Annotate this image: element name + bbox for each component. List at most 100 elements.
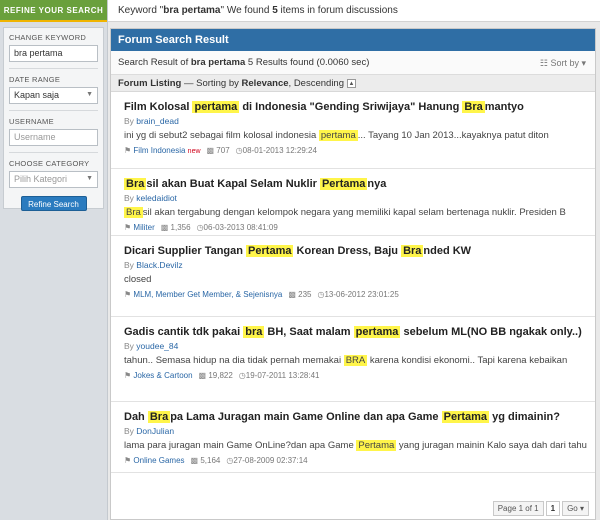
summary-keyword: bra pertama bbox=[190, 57, 246, 68]
view-count: 1,356 bbox=[170, 223, 191, 232]
forum-link[interactable]: Militer bbox=[133, 223, 154, 232]
title-text: Korean Dress, Baju bbox=[293, 245, 402, 257]
page-label: Page 1 of 1 bbox=[492, 501, 544, 516]
result-title-link[interactable]: Bra sil akan Buat Kapal Selam Nuklir Pert… bbox=[124, 169, 589, 191]
result-snippet: tahun.. Semasa hidup na dia tidak pernah… bbox=[124, 354, 589, 367]
listing-sort-prefix: — Sorting by bbox=[181, 78, 242, 89]
sidebar: REFINE YOUR SEARCH CHANGE KEYWORD bra pe… bbox=[0, 0, 108, 520]
forum-link[interactable]: Online Games bbox=[133, 456, 184, 465]
goto-label: Go bbox=[567, 504, 578, 513]
keyword-highlight: Pertama bbox=[246, 245, 294, 257]
snippet-text: ... Tayang 10 Jan 2013...kayaknya patut … bbox=[357, 130, 549, 141]
result-item: Dicari Supplier Tangan Pertama Korean Dr… bbox=[111, 236, 595, 317]
date-range-select[interactable]: Kapan saja ▼ bbox=[9, 87, 98, 104]
view-count: 5,164 bbox=[200, 456, 221, 465]
chevron-down-icon: ▼ bbox=[86, 91, 93, 98]
new-badge: new bbox=[187, 148, 201, 155]
result-snippet: lama para juragan main Game OnLine?dan a… bbox=[124, 439, 589, 452]
result-meta: ⚑ Film Indonesia new ▩ 707 ◷08-01-2013 12:… bbox=[124, 146, 589, 155]
search-info-bar: Keyword "bra pertama" We found 5 items i… bbox=[108, 0, 600, 22]
username-placeholder: Username bbox=[14, 132, 56, 142]
refine-search-button[interactable]: Refine Search bbox=[20, 196, 87, 211]
result-item: Film Kolosal pertama di Indonesia "Gendi… bbox=[111, 92, 595, 169]
tag-icon: ⚑ bbox=[124, 456, 134, 465]
result-snippet: Bra sil akan tergabung dengan kelompok ne… bbox=[124, 206, 589, 219]
sort-by-dropdown[interactable]: ☷ Sort by ▾ bbox=[540, 51, 586, 75]
result-title-link[interactable]: Dicari Supplier Tangan Pertama Korean Dr… bbox=[124, 236, 589, 258]
info-middle: " We found bbox=[220, 5, 273, 16]
title-text: sebelum ML(NO BB ngakak only..) bbox=[400, 326, 582, 338]
chevron-down-icon: ▾ bbox=[578, 58, 586, 68]
clock-icon: ◷ bbox=[238, 371, 246, 380]
sort-by-label: Sort by bbox=[550, 58, 579, 68]
result-title-link[interactable]: Dah Bra pa Lama Juragan main Game Online … bbox=[124, 402, 589, 424]
forum-link[interactable]: MLM, Member Get Member, & Sejenisnya bbox=[133, 290, 282, 299]
by-label: By bbox=[124, 116, 137, 126]
result-author-line: By DonJulian bbox=[124, 426, 589, 436]
current-page-button[interactable]: 1 bbox=[545, 501, 561, 516]
title-text: Dicari Supplier Tangan bbox=[124, 245, 247, 257]
goto-page-button[interactable]: Go ▾ bbox=[562, 501, 589, 516]
by-label: By bbox=[124, 193, 137, 203]
divider bbox=[9, 110, 98, 111]
result-snippet: ini yg di sebut2 sebagai film kolosal in… bbox=[124, 129, 589, 142]
result-title-link[interactable]: Film Kolosal pertama di Indonesia "Gendi… bbox=[124, 92, 589, 114]
keyword-highlight: Bra bbox=[462, 101, 485, 113]
title-text: pa Lama Juragan main Game Online dan apa… bbox=[170, 411, 442, 423]
result-author-line: By keledaidiot bbox=[124, 193, 589, 203]
category-label: CHOOSE CATEGORY bbox=[9, 159, 90, 168]
date-range-label: DATE RANGE bbox=[9, 75, 61, 84]
result-author-line: By Black.Devilz bbox=[124, 260, 589, 270]
forum-link[interactable]: Jokes & Cartoon bbox=[133, 371, 192, 380]
forum-link[interactable]: Film Indonesia bbox=[133, 146, 185, 155]
title-text: mantyo bbox=[484, 101, 524, 113]
clock-icon: ◷ bbox=[196, 223, 204, 232]
snippet-text: ini yg di sebut2 sebagai film kolosal in… bbox=[124, 130, 319, 141]
summary-prefix: Search Result of bbox=[118, 57, 191, 68]
collapse-icon[interactable]: ▲ bbox=[347, 78, 356, 88]
category-value: Pilih Kategori bbox=[14, 174, 68, 184]
comment-icon: ▩ bbox=[160, 223, 171, 232]
search-results-panel: Forum Search Result Search Result of bra… bbox=[110, 28, 596, 520]
keyword-input[interactable]: bra pertama bbox=[9, 45, 98, 62]
listing-sort-order: , Descending bbox=[288, 78, 344, 89]
keyword-highlight: Pertama bbox=[441, 411, 490, 423]
result-meta: ⚑ Jokes & Cartoon ▩ 19,822 ◷19-07-2011 13:… bbox=[124, 371, 589, 380]
title-text: Dah bbox=[124, 411, 148, 423]
keyword-highlight: Pertama bbox=[319, 178, 368, 190]
keyword-highlight: Bra bbox=[124, 207, 143, 218]
result-title-link[interactable]: Gadis cantik tdk pakai bra BH, Saat mala… bbox=[124, 317, 589, 339]
result-meta: ⚑ MLM, Member Get Member, & Sejenisnya ▩ … bbox=[124, 290, 589, 299]
snippet-text: tahun.. Semasa hidup na dia tidak pernah… bbox=[124, 355, 344, 366]
author-link[interactable]: DonJulian bbox=[136, 426, 174, 436]
post-date: 08-01-2013 12:29:24 bbox=[242, 146, 317, 155]
result-author-line: By brain_dead bbox=[124, 116, 589, 126]
username-input[interactable]: Username bbox=[9, 129, 98, 146]
username-label: USERNAME bbox=[9, 117, 54, 126]
result-meta: ⚑ Online Games ▩ 5,164 ◷27-08-2009 02:37:1… bbox=[124, 456, 589, 465]
chevron-down-icon: ▾ bbox=[577, 504, 584, 513]
keyword-highlight: Bra bbox=[124, 178, 147, 190]
info-keyword: bra pertama bbox=[163, 5, 221, 16]
title-text: yg dimainin? bbox=[489, 411, 560, 423]
listing-label: Forum Listing bbox=[118, 78, 182, 89]
title-text: BH, Saat malam bbox=[264, 326, 354, 338]
info-suffix: items in forum discussions bbox=[277, 5, 398, 16]
author-link[interactable]: keledaidiot bbox=[136, 193, 177, 203]
post-date: 13-06-2012 23:01:25 bbox=[324, 290, 399, 299]
keyword-highlight: bra bbox=[243, 326, 265, 338]
keyword-highlight: pertama bbox=[192, 101, 240, 113]
result-author-line: By youdee_84 bbox=[124, 341, 589, 351]
title-text: sil akan Buat Kapal Selam Nuklir bbox=[146, 178, 320, 190]
category-select[interactable]: Pilih Kategori ▼ bbox=[9, 171, 98, 188]
title-text: Film Kolosal bbox=[124, 101, 193, 113]
keyword-highlight: Pertama bbox=[356, 440, 397, 451]
keyword-highlight: pertama bbox=[353, 326, 401, 338]
result-snippet: closed bbox=[124, 274, 152, 285]
author-link[interactable]: Black.Devilz bbox=[136, 260, 182, 270]
author-link[interactable]: brain_dead bbox=[136, 116, 179, 126]
author-link[interactable]: youdee_84 bbox=[136, 341, 178, 351]
refine-tab[interactable]: REFINE YOUR SEARCH bbox=[0, 0, 107, 22]
comment-icon: ▩ bbox=[198, 371, 209, 380]
keyword-label: CHANGE KEYWORD bbox=[9, 33, 87, 42]
